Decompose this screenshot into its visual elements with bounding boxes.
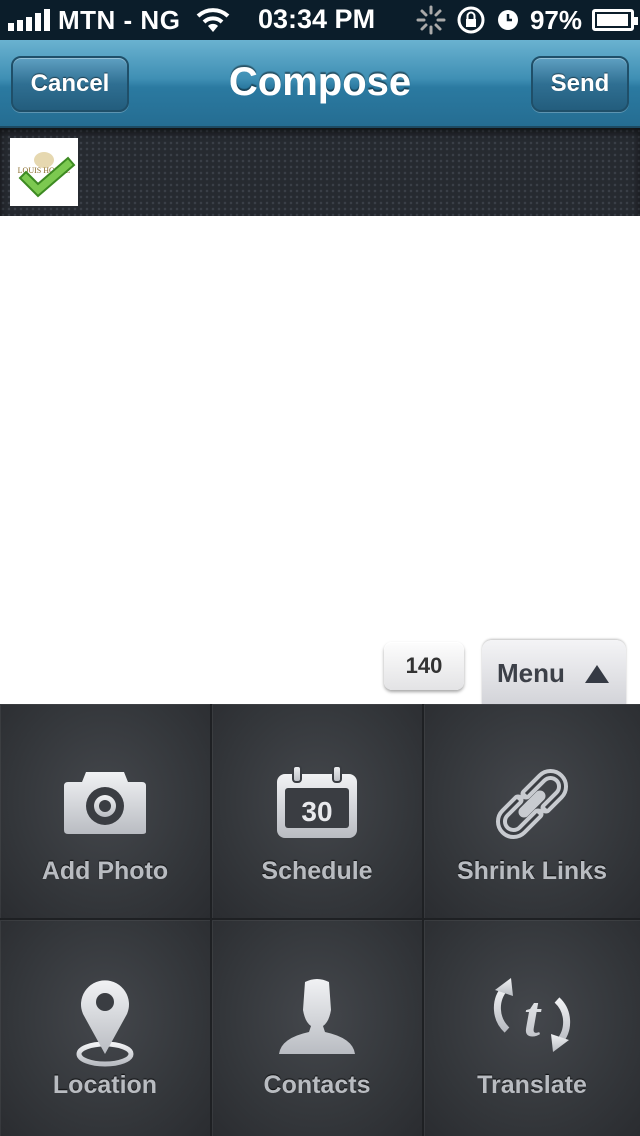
checkmark-icon — [18, 156, 76, 198]
menu-toggle-button[interactable]: Menu — [482, 640, 626, 706]
wifi-icon — [197, 8, 230, 32]
camera-icon — [64, 772, 146, 834]
menu-item-shrink-links[interactable]: Shrink Links — [424, 704, 640, 920]
carrier-name: MTN - NG — [58, 4, 181, 35]
menu-item-label: Add Photo — [41, 857, 169, 885]
battery-percent: 97% — [529, 4, 582, 35]
menu-item-label: Schedule — [261, 857, 373, 885]
orientation-lock-icon — [457, 6, 485, 34]
link-icon — [496, 769, 568, 839]
menu-item-label: Contacts — [263, 1071, 371, 1099]
alarm-clock-icon — [497, 10, 518, 30]
status-time: 03:34 PM — [258, 4, 376, 34]
character-count-badge: 140 — [384, 642, 464, 690]
menu-item-label: Shrink Links — [456, 857, 608, 885]
menu-item-label: Translate — [477, 1071, 587, 1099]
status-bar: MTN - NG 03:34 PM 97% — [0, 0, 640, 40]
contact-person-icon — [279, 979, 355, 1054]
translate-icon: t — [493, 978, 571, 1052]
menu-item-add-photo[interactable]: Add Photo — [0, 704, 212, 920]
triangle-up-icon — [585, 665, 609, 683]
activity-spinner-icon — [416, 5, 446, 35]
menu-item-location[interactable]: Location — [0, 920, 212, 1136]
send-button[interactable]: Send — [531, 56, 629, 112]
menu-toggle-label: Menu — [497, 657, 565, 688]
account-selector: LOUIS HOLDE — [0, 128, 640, 216]
navigation-bar: Cancel Compose Send — [0, 40, 640, 128]
menu-item-contacts[interactable]: Contacts — [212, 920, 424, 1136]
battery-charging-icon — [592, 9, 638, 31]
menu-item-schedule[interactable]: 30 Schedule — [212, 704, 424, 920]
signal-icon — [8, 9, 50, 31]
svg-text:t: t — [524, 984, 542, 1049]
menu-item-translate[interactable]: t Translate — [424, 920, 640, 1136]
compose-menu-grid: Add Photo 30 Schedule Shrink Links Locat… — [0, 704, 640, 1136]
account-avatar[interactable]: LOUIS HOLDE — [10, 138, 78, 206]
location-pin-icon — [76, 980, 134, 1067]
calendar-day-number: 30 — [301, 796, 333, 827]
menu-item-label: Location — [52, 1071, 158, 1099]
tweet-text-area[interactable] — [0, 216, 640, 704]
